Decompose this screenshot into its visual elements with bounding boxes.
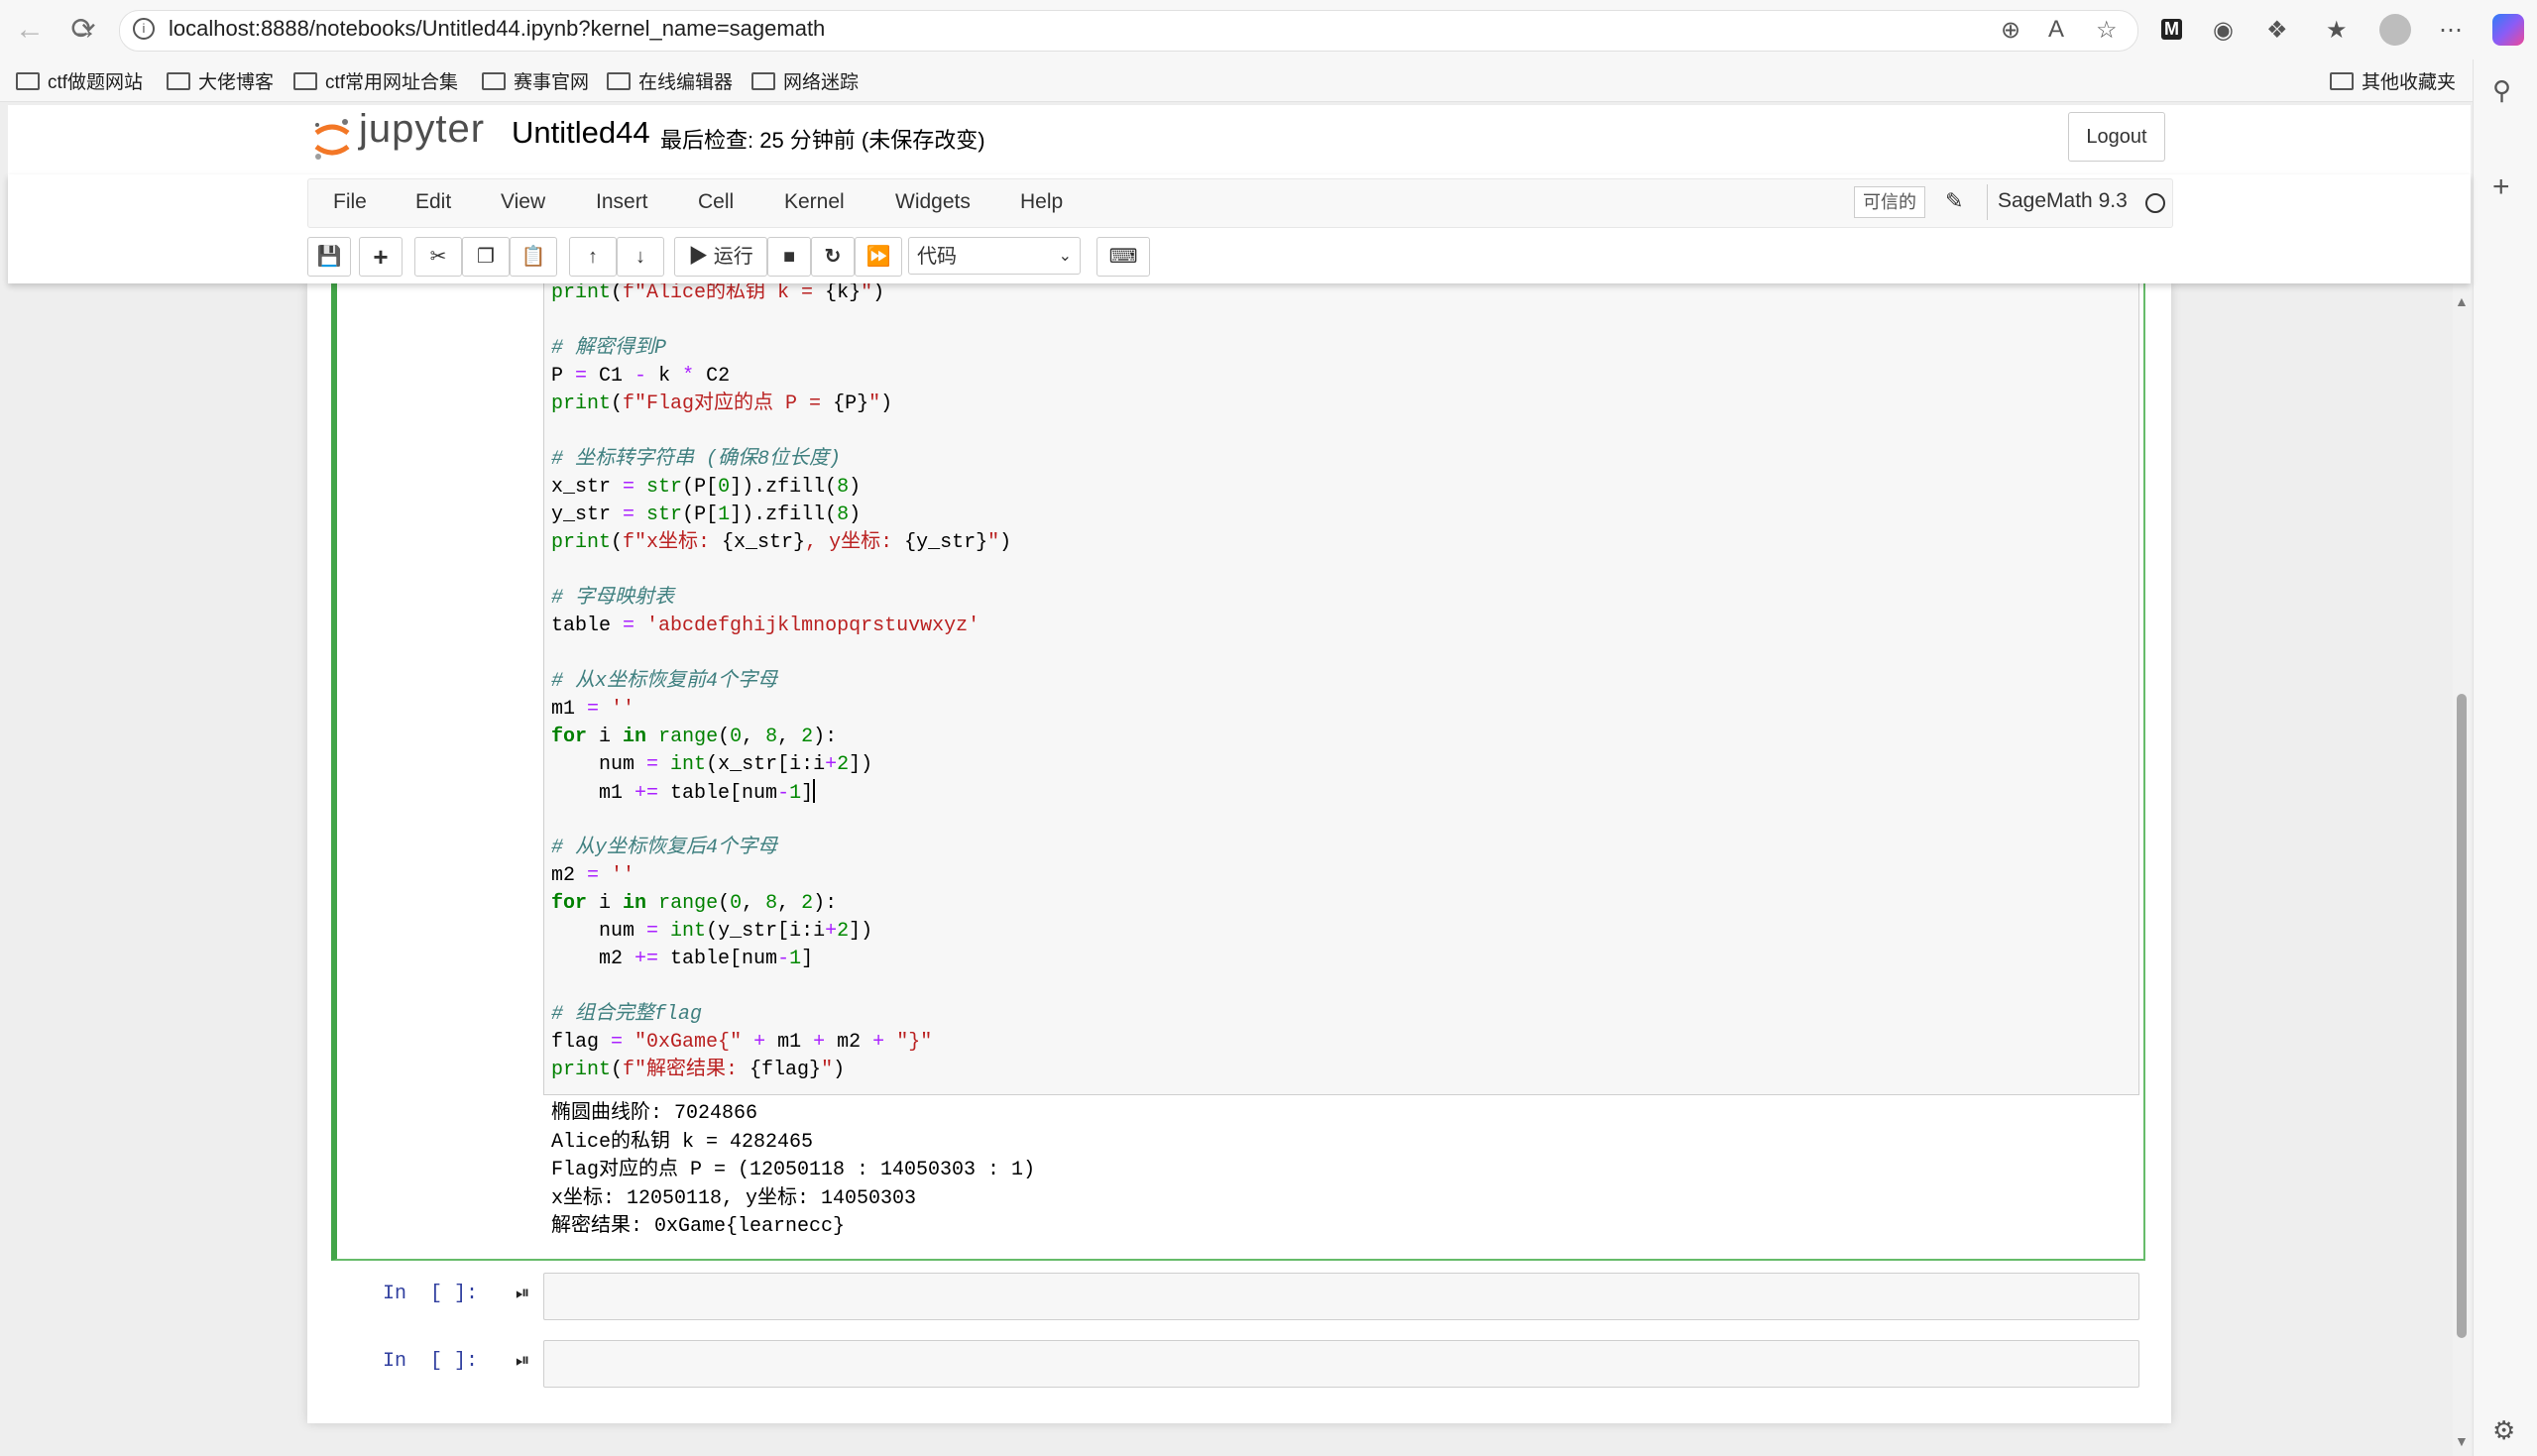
- run-label: 运行: [713, 246, 753, 268]
- menu-file[interactable]: File: [333, 190, 367, 214]
- code-line[interactable]: x_str = str(P[0]).zfill(8): [551, 474, 861, 502]
- favorites-icon[interactable]: ★: [2326, 16, 2348, 45]
- output-line: Alice的私钥 k = 4282465: [551, 1130, 814, 1154]
- scrollbar-thumb[interactable]: [2457, 694, 2467, 1338]
- empty-code-cell[interactable]: [543, 1273, 2139, 1320]
- insert-cell-icon[interactable]: +: [359, 237, 403, 277]
- jupyter-logo-icon[interactable]: [312, 117, 352, 161]
- run-button[interactable]: ▶ 运行: [674, 237, 767, 277]
- copilot-icon[interactable]: [2492, 14, 2524, 46]
- zoom-icon[interactable]: ⊕: [2001, 16, 2020, 45]
- other-bookmarks-folder[interactable]: 其他收藏夹: [2330, 67, 2456, 94]
- code-line[interactable]: flag = "0xGame{" + m1 + m2 + "}": [551, 1029, 932, 1057]
- checkpoint-status: 最后检查: 25 分钟前 (未保存改变): [660, 128, 985, 153]
- menu-view[interactable]: View: [501, 190, 545, 214]
- bookmark-folder[interactable]: 网络迷踪: [751, 67, 859, 94]
- jupyter-logo-text[interactable]: jupyter: [359, 107, 485, 152]
- output-line: Flag对应的点 P = (12050118 : 14050303 : 1): [551, 1159, 1036, 1181]
- input-prompt: In [ ]:: [383, 1350, 479, 1373]
- scroll-up-arrow-icon[interactable]: ▲: [2455, 293, 2469, 309]
- run-cell-icon[interactable]: ⏯: [516, 1283, 529, 1303]
- paste-icon[interactable]: 📋: [510, 237, 557, 277]
- bookmark-folder[interactable]: 大佬博客: [167, 67, 274, 94]
- bookmark-folder[interactable]: 赛事官网: [482, 67, 589, 94]
- favorite-star-icon[interactable]: ☆: [2096, 16, 2118, 45]
- code-line[interactable]: P = C1 - k * C2: [551, 363, 730, 391]
- read-aloud-icon[interactable]: A: [2048, 16, 2064, 44]
- sidebar-add-icon[interactable]: +: [2492, 170, 2510, 204]
- site-info-icon[interactable]: i: [133, 18, 155, 40]
- menu-widgets[interactable]: Widgets: [895, 190, 971, 214]
- text-cursor: [813, 779, 816, 803]
- copy-icon[interactable]: ❐: [462, 237, 510, 277]
- code-line[interactable]: # 从y坐标恢复后4个字母: [551, 835, 777, 862]
- output-line: 椭圆曲线阶: 7024866: [551, 1102, 758, 1125]
- code-line[interactable]: print(f"Flag对应的点 P = {P}"): [551, 391, 892, 418]
- chevron-down-icon: ⌄: [1058, 248, 1072, 265]
- run-cell-icon[interactable]: ⏯: [516, 1350, 529, 1371]
- empty-code-cell[interactable]: [543, 1340, 2139, 1388]
- move-up-icon[interactable]: ↑: [569, 237, 617, 277]
- code-line[interactable]: table = 'abcdefghijklmnopqrstuvwxyz': [551, 613, 980, 640]
- bookmark-folder[interactable]: ctf做题网站: [16, 67, 143, 94]
- code-line[interactable]: for i in range(0, 8, 2):: [551, 724, 837, 751]
- output-line: 解密结果: 0xGame{learnecc}: [551, 1215, 846, 1238]
- code-line[interactable]: for i in range(0, 8, 2):: [551, 890, 837, 918]
- code-line[interactable]: num = int(y_str[i:i+2]): [551, 918, 872, 946]
- trusted-indicator[interactable]: 可信的: [1854, 186, 1925, 218]
- menu-kernel[interactable]: Kernel: [784, 190, 845, 214]
- code-line[interactable]: # 组合完整flag: [551, 1001, 702, 1029]
- scroll-down-arrow-icon[interactable]: ▼: [2455, 1433, 2469, 1449]
- code-line[interactable]: m1 = '': [551, 696, 634, 724]
- cell-output: 椭圆曲线阶: 7024866 Alice的私钥 k = 4282465 Flag对应…: [551, 1100, 1035, 1242]
- cell-type-select[interactable]: 代码 ⌄: [908, 237, 1081, 275]
- edit-pencil-icon[interactable]: ✎: [1945, 188, 1963, 214]
- move-down-icon[interactable]: ↓: [617, 237, 664, 277]
- markdown-extension-icon[interactable]: M: [2161, 19, 2182, 40]
- extensions-icon[interactable]: ❖: [2266, 16, 2288, 45]
- notebook-title[interactable]: Untitled44: [512, 115, 650, 151]
- run-icon: ▶: [688, 246, 709, 268]
- menu-edit[interactable]: Edit: [415, 190, 451, 214]
- code-line[interactable]: # 坐标转字符串 (确保8位长度): [551, 446, 841, 474]
- bookmark-folder[interactable]: ctf常用网址合集: [293, 67, 458, 94]
- input-prompt: In [ ]:: [383, 1283, 479, 1305]
- cut-icon[interactable]: ✂: [414, 237, 462, 277]
- kernel-idle-icon: [2145, 193, 2165, 213]
- extension-circle-icon[interactable]: ◉: [2213, 16, 2234, 45]
- code-line[interactable]: print(f"解密结果: {flag}"): [551, 1057, 845, 1084]
- code-line[interactable]: m2 = '': [551, 862, 634, 890]
- code-line[interactable]: # 解密得到P: [551, 335, 666, 363]
- code-line[interactable]: # 从x坐标恢复前4个字母: [551, 668, 777, 696]
- sidebar-settings-icon[interactable]: ⚙: [2492, 1415, 2515, 1446]
- back-icon[interactable]: ←: [10, 10, 50, 50]
- command-palette-keyboard-icon[interactable]: ⌨: [1096, 237, 1150, 277]
- more-menu-icon[interactable]: ⋯: [2439, 16, 2463, 45]
- cell-type-value: 代码: [917, 246, 957, 268]
- code-line[interactable]: # 字母映射表: [551, 585, 674, 613]
- reload-icon[interactable]: ⟳: [63, 10, 103, 50]
- menu-help[interactable]: Help: [1020, 190, 1063, 214]
- output-line: x坐标: 12050118, y坐标: 14050303: [551, 1186, 917, 1210]
- menu-cell[interactable]: Cell: [698, 190, 734, 214]
- code-line[interactable]: num = int(x_str[i:i+2]): [551, 751, 872, 779]
- code-line[interactable]: print(f"Alice的私钥 k = {k}"): [551, 280, 884, 307]
- menubar-divider: [1987, 184, 1988, 220]
- save-icon[interactable]: 💾: [307, 237, 351, 277]
- code-line[interactable]: m2 += table[num-1]: [551, 946, 813, 973]
- bookmark-folder[interactable]: 在线编辑器: [607, 67, 733, 94]
- code-line[interactable]: y_str = str(P[1]).zfill(8): [551, 502, 861, 529]
- restart-run-all-icon[interactable]: ⏩: [855, 237, 902, 277]
- kernel-name[interactable]: SageMath 9.3: [1998, 189, 2128, 213]
- interrupt-stop-icon[interactable]: ■: [767, 237, 811, 277]
- url-text[interactable]: localhost:8888/notebooks/Untitled44.ipyn…: [169, 16, 825, 42]
- browser-sidebar: [2473, 59, 2537, 1456]
- code-line[interactable]: m1 += table[num-1]: [551, 779, 816, 808]
- logout-button[interactable]: Logout: [2068, 112, 2165, 162]
- profile-avatar-icon[interactable]: [2379, 14, 2411, 46]
- code-line[interactable]: print(f"x坐标: {x_str}, y坐标: {y_str}"): [551, 529, 1011, 557]
- sidebar-search-icon[interactable]: ⚲: [2492, 75, 2511, 106]
- restart-kernel-icon[interactable]: ↻: [811, 237, 855, 277]
- menu-insert[interactable]: Insert: [596, 190, 648, 214]
